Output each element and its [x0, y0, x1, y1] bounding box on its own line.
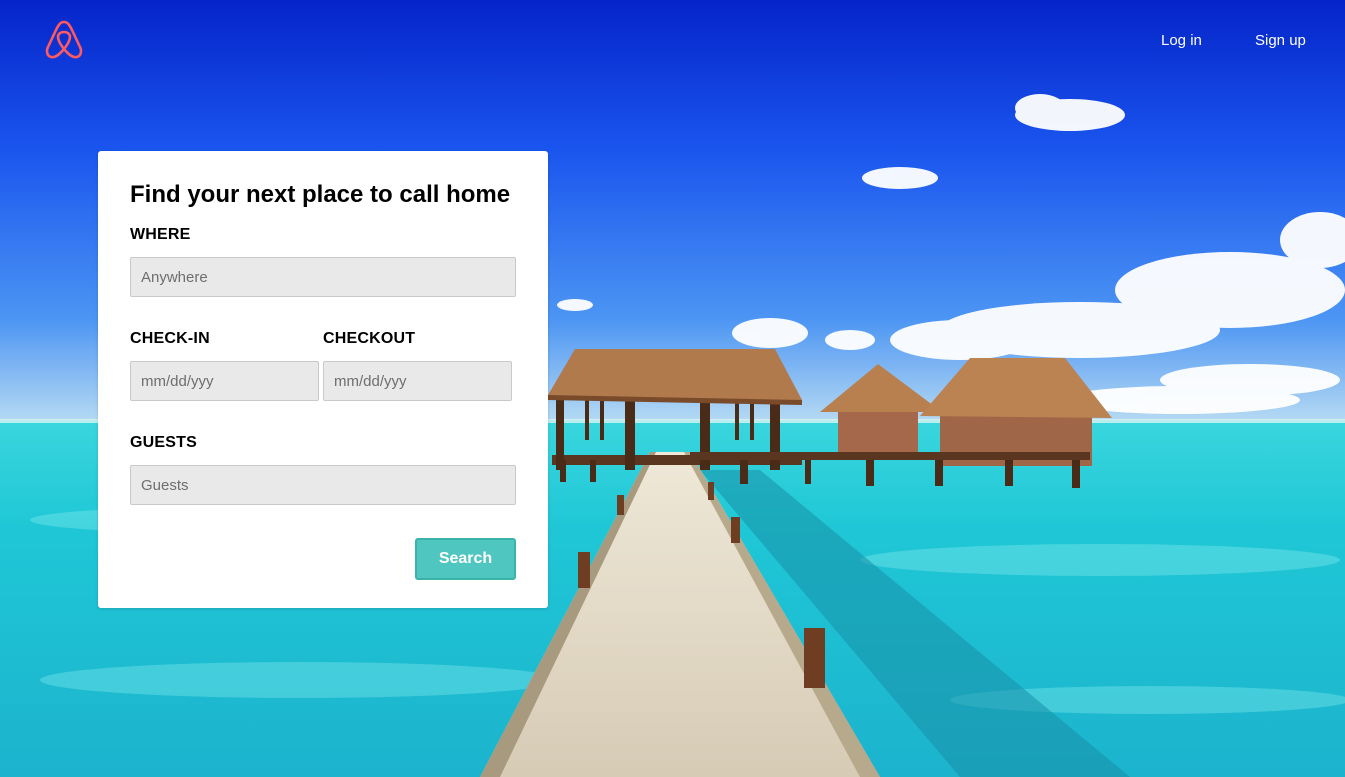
checkin-date-input[interactable]: [130, 361, 319, 401]
guests-label: GUESTS: [130, 434, 197, 451]
signup-link[interactable]: Sign up: [1255, 32, 1306, 49]
where-label: WHERE: [130, 226, 191, 243]
checkin-label: CHECK-IN: [130, 330, 210, 347]
login-link[interactable]: Log in: [1161, 32, 1202, 49]
top-navigation-bar: Log in Sign up: [0, 0, 1345, 80]
guests-input[interactable]: [130, 465, 516, 505]
search-button[interactable]: Search: [415, 538, 516, 580]
search-card: Find your next place to call home WHERE …: [98, 151, 548, 608]
search-card-title: Find your next place to call home: [130, 181, 511, 208]
where-input[interactable]: [130, 257, 516, 297]
checkout-date-input[interactable]: [323, 361, 512, 401]
airbnb-logo-icon[interactable]: [44, 19, 84, 61]
airbnb-belo-icon: [45, 20, 83, 59]
checkout-label: CHECKOUT: [323, 330, 416, 347]
hero-section: Log in Sign up Find your next place to c…: [0, 0, 1345, 777]
